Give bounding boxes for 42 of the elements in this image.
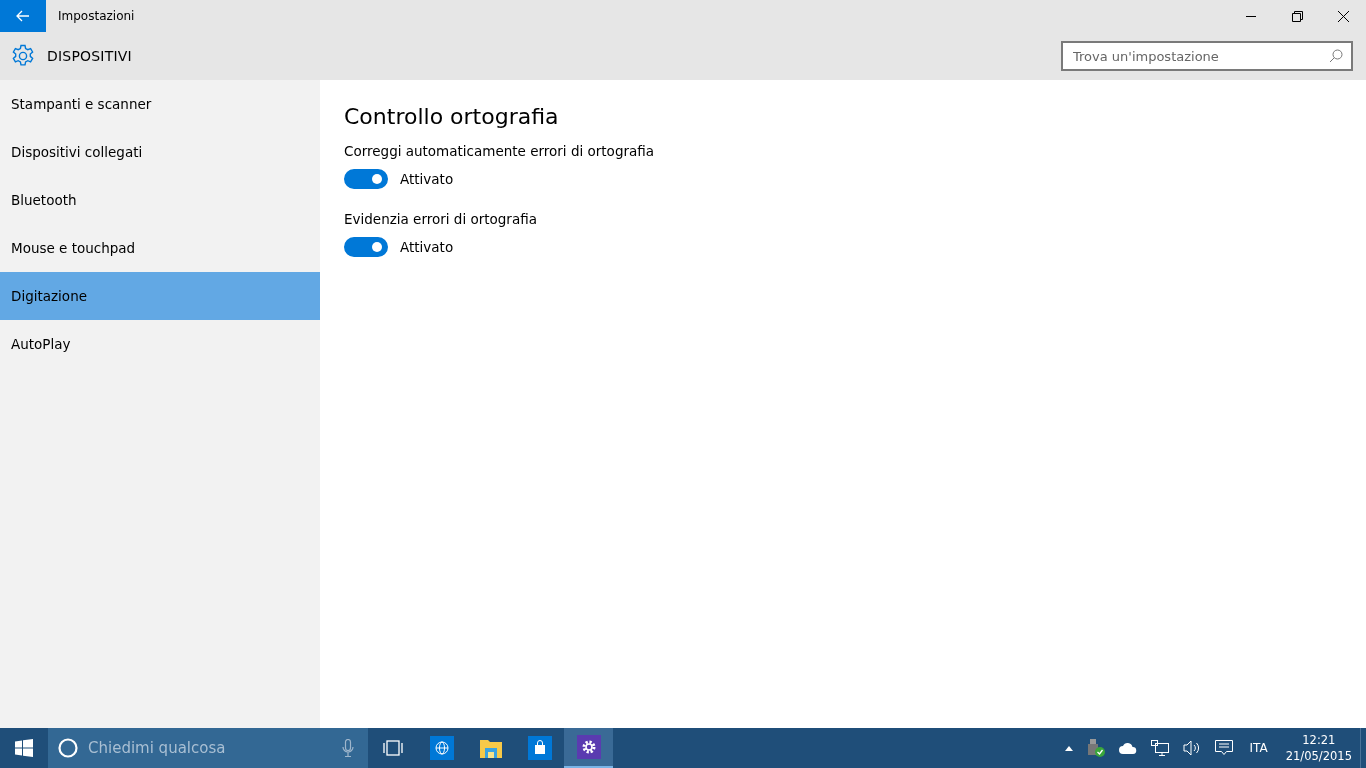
sidebar-item[interactable]: Mouse e touchpad (0, 224, 320, 272)
globe-icon (429, 736, 454, 760)
toggle-switch[interactable] (344, 169, 388, 189)
shopping-bag-icon (527, 736, 552, 760)
task-view-icon (381, 740, 404, 756)
taskbar-search-input[interactable]: Chiedimi qualcosa (88, 739, 332, 757)
setting-label: Evidenzia errori di ortografia (344, 211, 538, 227)
sidebar-item[interactable]: AutoPlay (0, 320, 320, 368)
sidebar-item[interactable]: Bluetooth (0, 176, 320, 224)
sidebar-item[interactable]: Dispositivi collegati (0, 128, 320, 176)
sidebar-item[interactable]: Stampanti e scanner (0, 80, 320, 128)
notifications-icon[interactable] (1214, 740, 1233, 756)
toggle-switch[interactable] (344, 237, 388, 257)
microphone-icon (342, 739, 354, 757)
network-icon[interactable] (1150, 740, 1169, 756)
show-hidden-icons-icon[interactable] (1064, 745, 1073, 751)
windows-logo-icon (15, 739, 33, 757)
restore-icon (1291, 10, 1303, 22)
volume-icon[interactable] (1182, 740, 1201, 756)
settings-icon (11, 44, 35, 68)
setting-label: Correggi automaticamente errori di ortografia (344, 143, 655, 159)
settings-app-button[interactable] (564, 728, 613, 768)
usb-check-icon[interactable] (1086, 739, 1105, 757)
search-field[interactable]: Trova un'impostazione (1061, 41, 1353, 71)
back-button[interactable] (0, 0, 46, 32)
clock-time[interactable]: 12:21 (1302, 732, 1336, 748)
toggle-state: Attivato (400, 239, 454, 255)
close-icon (1337, 10, 1349, 22)
window-title: Impostazioni (58, 9, 135, 23)
clock-date[interactable]: 21/05/2015 (1285, 748, 1352, 764)
cloud-icon[interactable] (1118, 742, 1137, 754)
sidebar-item[interactable]: Digitazione (0, 272, 320, 320)
taskbar-search-field[interactable]: Chiedimi qualcosa (48, 728, 368, 768)
language-indicator[interactable]: ITA (1249, 741, 1268, 755)
search-icon (1329, 49, 1343, 63)
circle-icon (58, 738, 78, 758)
gear-icon (576, 735, 601, 759)
toggle-state: Attivato (400, 171, 454, 187)
section-title: DISPOSITIVI (47, 48, 132, 64)
page-heading: Controllo ortografia (344, 104, 560, 129)
folder-icon (478, 737, 503, 759)
back-arrow-icon (16, 10, 30, 22)
